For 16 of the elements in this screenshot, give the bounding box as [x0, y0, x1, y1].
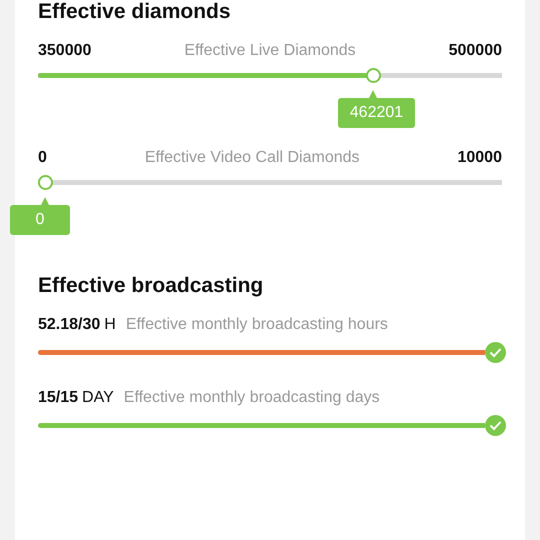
- progress-value: 15/15 DAY: [38, 389, 114, 407]
- slider-thumb[interactable]: [366, 68, 381, 83]
- max-value: 10000: [457, 149, 502, 167]
- progress-label: Effective monthly broadcasting days: [124, 389, 380, 407]
- value-tooltip: 462201: [338, 90, 416, 128]
- slider-thumb[interactable]: [38, 175, 53, 190]
- value-tooltip: 0: [10, 197, 70, 235]
- slider-label: Effective Live Diamonds: [184, 42, 356, 60]
- section-title: Effective broadcasting: [38, 274, 264, 298]
- progress-value: 52.18/30 H: [38, 316, 116, 334]
- slider-label: Effective Video Call Diamonds: [144, 149, 360, 167]
- max-value: 500000: [448, 42, 502, 60]
- min-value: 0: [38, 149, 47, 167]
- section-title: Effective diamonds: [38, 0, 232, 24]
- progress-label: Effective monthly broadcasting hours: [126, 316, 388, 334]
- min-value: 350000: [38, 42, 92, 60]
